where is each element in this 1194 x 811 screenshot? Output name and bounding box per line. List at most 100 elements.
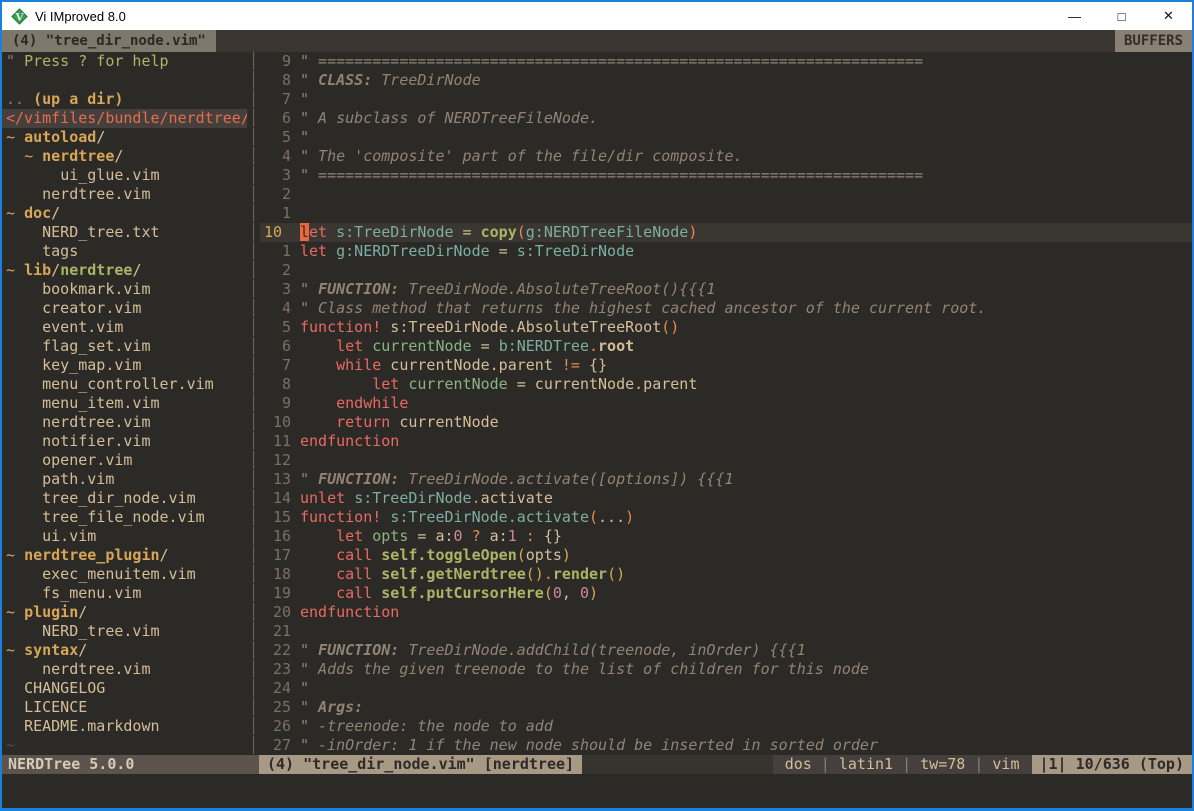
code-line[interactable]: 3" =====================================… xyxy=(260,166,1192,185)
code-line[interactable]: 7" xyxy=(260,90,1192,109)
tree-item[interactable]: ui_glue.vim xyxy=(2,166,247,185)
tree-item[interactable]: notifier.vim xyxy=(2,432,247,451)
tree-item[interactable]: " Press ? for help xyxy=(2,52,247,71)
tree-item[interactable]: NERD_tree.vim xyxy=(2,622,247,641)
code-line[interactable]: 18 call self.getNerdtree().render() xyxy=(260,565,1192,584)
tree-item[interactable]: ~ syntax/ xyxy=(2,641,247,660)
tree-item[interactable]: opener.vim xyxy=(2,451,247,470)
code-line[interactable]: 7 while currentNode.parent != {} xyxy=(260,356,1192,375)
code-line[interactable]: 23" Adds the given treenode to the list … xyxy=(260,660,1192,679)
code-line[interactable]: 9 endwhile xyxy=(260,394,1192,413)
token-num: 1 xyxy=(508,527,517,545)
minimize-button[interactable]: — xyxy=(1051,2,1098,30)
code-line[interactable]: 26" -treenode: the node to add xyxy=(260,717,1192,736)
tree-item[interactable]: ~ nerdtree/ xyxy=(2,147,247,166)
code-line[interactable]: 8" CLASS: TreeDirNode xyxy=(260,71,1192,90)
code-line[interactable]: 15function! s:TreeDirNode.activate(...) xyxy=(260,508,1192,527)
tree-item[interactable]: NERD_tree.txt xyxy=(2,223,247,242)
code-line[interactable]: 9" =====================================… xyxy=(260,52,1192,71)
code-line[interactable]: 14unlet s:TreeDirNode.activate xyxy=(260,489,1192,508)
code-line[interactable]: 5" xyxy=(260,128,1192,147)
token-file: menu_controller.vim xyxy=(42,375,214,393)
tree-item[interactable]: bookmark.vim xyxy=(2,280,247,299)
code-line[interactable]: 3" FUNCTION: TreeDirNode.AbsoluteTreeRoo… xyxy=(260,280,1192,299)
tree-item[interactable]: nerdtree.vim xyxy=(2,413,247,432)
code-line[interactable]: 19 call self.putCursorHere(0, 0) xyxy=(260,584,1192,603)
code-line[interactable]: 11endfunction xyxy=(260,432,1192,451)
code-line[interactable]: 4" Class method that returns the highest… xyxy=(260,299,1192,318)
code-line[interactable]: 10 return currentNode xyxy=(260,413,1192,432)
tree-item[interactable]: ~ autoload/ xyxy=(2,128,247,147)
code-text: " xyxy=(300,679,309,698)
tree-item[interactable]: tags xyxy=(2,242,247,261)
separator-glyph: │ xyxy=(247,280,260,299)
tree-item[interactable]: CHANGELOG xyxy=(2,679,247,698)
token-yl: ( xyxy=(544,584,553,602)
code-line[interactable]: 20endfunction xyxy=(260,603,1192,622)
code-line[interactable]: 2 xyxy=(260,185,1192,204)
code-line[interactable]: 6" A subclass of NERDTreeFileNode. xyxy=(260,109,1192,128)
tree-item[interactable]: tree_dir_node.vim xyxy=(2,489,247,508)
tree-item[interactable]: tree_file_node.vim xyxy=(2,508,247,527)
code-line[interactable]: 21 xyxy=(260,622,1192,641)
token-fg xyxy=(300,527,336,545)
tree-item[interactable]: exec_menuitem.vim xyxy=(2,565,247,584)
tree-item[interactable]: </vimfiles/bundle/nerdtree/ xyxy=(2,109,247,128)
tree-item[interactable]: ui.vim xyxy=(2,527,247,546)
tree-item[interactable]: key_map.vim xyxy=(2,356,247,375)
window-separator[interactable]: │││││││││││││││││││││││││││││││││││││ xyxy=(247,52,260,755)
tree-item[interactable]: menu_controller.vim xyxy=(2,375,247,394)
code-line[interactable]: 6 let currentNode = b:NERDTree.root xyxy=(260,337,1192,356)
editor-pane[interactable]: 9" =====================================… xyxy=(260,52,1192,755)
token-dir: nerdtree_plugin xyxy=(24,546,159,564)
code-line[interactable]: 24" xyxy=(260,679,1192,698)
code-line[interactable]: 27" -inOrder: 1 if the new node should b… xyxy=(260,736,1192,755)
token-fg xyxy=(6,451,42,469)
code-line[interactable]: 2 xyxy=(260,261,1192,280)
tree-item[interactable]: ~ doc/ xyxy=(2,204,247,223)
code-line[interactable]: 17 call self.toggleOpen(opts) xyxy=(260,546,1192,565)
code-line[interactable]: 1 xyxy=(260,204,1192,223)
tree-item[interactable]: ~ nerdtree_plugin/ xyxy=(2,546,247,565)
tree-item[interactable]: fs_menu.vim xyxy=(2,584,247,603)
tree-item[interactable]: nerdtree.vim xyxy=(2,185,247,204)
token-file: tree_dir_node.vim xyxy=(42,489,196,507)
tree-item[interactable]: nerdtree.vim xyxy=(2,660,247,679)
token-or: : xyxy=(526,527,535,545)
code-line[interactable]: 1let g:NERDTreeDirNode = s:TreeDirNode xyxy=(260,242,1192,261)
token-kw: function! xyxy=(300,318,381,336)
token-cm: " A subclass of NERDTreeFileNode. xyxy=(300,109,598,127)
token-or: () xyxy=(661,318,679,336)
code-line[interactable]: 25" Args: xyxy=(260,698,1192,717)
tree-item[interactable]: ~ plugin/ xyxy=(2,603,247,622)
token-or: ( xyxy=(517,223,526,241)
code-line[interactable]: 4" The 'composite' part of the file/dir … xyxy=(260,147,1192,166)
code-line[interactable]: 16 let opts = a:0 ? a:1 : {} xyxy=(260,527,1192,546)
line-number: 5 xyxy=(264,128,291,147)
tree-item[interactable]: LICENCE xyxy=(2,698,247,717)
maximize-button[interactable]: □ xyxy=(1098,2,1145,30)
tree-item[interactable]: menu_item.vim xyxy=(2,394,247,413)
tree-item[interactable]: README.markdown xyxy=(2,717,247,736)
tree-item[interactable]: ~ xyxy=(2,736,247,755)
code-line[interactable]: 5function! s:TreeDirNode.AbsoluteTreeRoo… xyxy=(260,318,1192,337)
code-line[interactable]: 22" FUNCTION: TreeDirNode.addChild(treen… xyxy=(260,641,1192,660)
code-line[interactable]: 8 let currentNode = currentNode.parent xyxy=(260,375,1192,394)
separator-glyph: │ xyxy=(247,90,260,109)
tree-item[interactable]: flag_set.vim xyxy=(2,337,247,356)
tree-item[interactable]: path.vim xyxy=(2,470,247,489)
code-text: unlet s:TreeDirNode.activate xyxy=(300,489,553,508)
code-line-current[interactable]: 10let s:TreeDirNode = copy(g:NERDTreeFil… xyxy=(260,223,1192,242)
code-text: let currentNode = currentNode.parent xyxy=(300,375,697,394)
tree-item[interactable]: event.vim xyxy=(2,318,247,337)
tree-item[interactable]: .. (up a dir) xyxy=(2,90,247,109)
tree-item[interactable]: creator.vim xyxy=(2,299,247,318)
token-cm: TreeDirNode.AbsoluteTreeRoot(){{{1 xyxy=(399,280,715,298)
buffer-tab-active[interactable]: (4) "tree_dir_node.vim" xyxy=(2,30,216,52)
close-button[interactable]: ✕ xyxy=(1145,2,1192,30)
tree-item[interactable]: ~ lib/nerdtree/ xyxy=(2,261,247,280)
code-line[interactable]: 13" FUNCTION: TreeDirNode.activate([opti… xyxy=(260,470,1192,489)
code-line[interactable]: 12 xyxy=(260,451,1192,470)
token-or: ( xyxy=(589,508,598,526)
command-line[interactable] xyxy=(2,774,1192,808)
